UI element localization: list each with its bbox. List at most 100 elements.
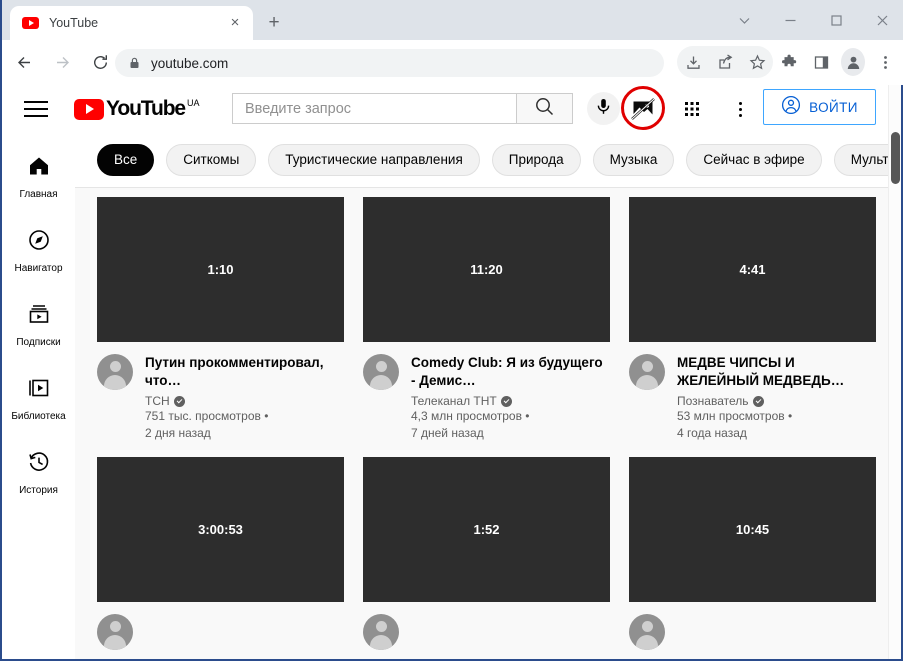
sidebar-panel-icon[interactable]	[805, 46, 837, 78]
chip-all[interactable]: Все	[97, 143, 155, 176]
video-channel[interactable]: Познаватель	[677, 394, 873, 408]
video-meta	[629, 614, 876, 650]
verified-badge-icon	[173, 395, 185, 407]
search-icon	[534, 96, 555, 122]
window-titlebar: YouTube × +	[2, 0, 903, 40]
video-card[interactable]: 1:10 Путин прокомментировал, что… ТСН 75…	[97, 197, 344, 442]
sign-in-button[interactable]: ВОЙТИ	[763, 89, 876, 125]
sidebar-item-explore[interactable]: Навигатор	[2, 214, 75, 288]
video-thumbnail[interactable]: 1:52	[363, 457, 610, 602]
account-circle-icon	[781, 95, 801, 120]
video-thumbnail[interactable]: 4:41	[629, 197, 876, 342]
sidebar-item-label: Библиотека	[11, 411, 66, 422]
vertical-dots-icon[interactable]	[726, 94, 754, 124]
channel-name: Телеканал ТНТ	[411, 394, 497, 408]
channel-name: ТСН	[145, 394, 170, 408]
chip-live-now[interactable]: Сейчас в эфире	[686, 143, 822, 176]
minimize-icon[interactable]	[767, 0, 813, 40]
video-duration: 1:10	[207, 262, 234, 277]
sidebar-item-library[interactable]: Библиотека	[2, 362, 75, 436]
browser-tab[interactable]: YouTube ×	[10, 6, 253, 40]
youtube-logo[interactable]: YouTube UA	[74, 97, 200, 120]
video-channel[interactable]: ТСН	[145, 394, 341, 408]
avatar[interactable]	[363, 354, 399, 390]
sidebar-item-label: История	[19, 485, 58, 496]
avatar[interactable]	[629, 614, 665, 650]
video-channel[interactable]: Телеканал ТНТ	[411, 394, 607, 408]
broken-image-icon[interactable]	[628, 94, 658, 124]
avatar[interactable]	[97, 354, 133, 390]
subscriptions-icon	[27, 302, 51, 331]
video-thumbnail[interactable]: 11:20	[363, 197, 610, 342]
video-title[interactable]: Comedy Club: Я из будущего - Демис…	[411, 354, 607, 390]
video-grid-container: 1:10 Путин прокомментировал, что… ТСН 75…	[75, 188, 901, 659]
video-thumbnail[interactable]: 3:00:53	[97, 457, 344, 602]
video-thumbnail[interactable]: 1:10	[97, 197, 344, 342]
profile-avatar-icon[interactable]	[837, 46, 869, 78]
sidebar-item-subscriptions[interactable]: Подписки	[2, 288, 75, 362]
download-icon[interactable]	[677, 46, 709, 78]
new-tab-button[interactable]: +	[260, 10, 288, 38]
window-controls	[721, 0, 903, 40]
sidebar-item-home[interactable]: Главная	[2, 140, 75, 214]
sidebar-item-history[interactable]: История	[2, 436, 75, 510]
web-page: YouTube UA Введите запрос Главная Навига…	[2, 85, 901, 659]
extensions-puzzle-icon[interactable]	[773, 46, 805, 78]
video-card[interactable]: 4:41 МЕДВЕ ЧИПСЫ И ЖЕЛЕЙНЫЙ МЕДВЕДЬ… Поз…	[629, 197, 876, 442]
video-views: 4,3 млн просмотров •	[411, 409, 530, 423]
video-title[interactable]: МЕДВЕ ЧИПСЫ И ЖЕЛЕЙНЫЙ МЕДВЕДЬ…	[677, 354, 873, 390]
close-icon[interactable]	[859, 0, 903, 40]
address-bar[interactable]: youtube.com	[115, 49, 664, 77]
apps-grid-icon[interactable]	[677, 94, 707, 124]
youtube-play-icon	[74, 98, 104, 120]
search-input[interactable]: Введите запрос	[232, 93, 517, 124]
video-views: 751 тыс. просмотров •	[145, 409, 269, 423]
voice-search-button[interactable]	[587, 92, 620, 125]
chevron-down-icon[interactable]	[721, 0, 767, 40]
video-duration: 1:52	[473, 522, 500, 537]
page-scrollbar[interactable]	[888, 85, 901, 659]
history-clock-icon	[27, 450, 51, 479]
browser-toolbar: youtube.com	[2, 40, 903, 85]
video-card[interactable]: 11:20 Comedy Club: Я из будущего - Демис…	[363, 197, 610, 442]
tab-title: YouTube	[49, 16, 99, 30]
video-card[interactable]: 10:45	[629, 457, 876, 650]
scrollbar-thumb[interactable]	[891, 132, 900, 184]
maximize-icon[interactable]	[813, 0, 859, 40]
chip-nature[interactable]: Природа	[491, 143, 581, 176]
lock-icon	[128, 57, 140, 69]
video-card[interactable]: 3:00:53	[97, 457, 344, 650]
video-card[interactable]: 1:52	[363, 457, 610, 650]
share-icon[interactable]	[709, 46, 741, 78]
video-duration: 10:45	[735, 522, 770, 537]
video-views: 53 млн просмотров •	[677, 409, 793, 423]
chip-music[interactable]: Музыка	[592, 143, 675, 176]
forward-icon[interactable]	[46, 47, 78, 79]
search-button[interactable]	[517, 93, 573, 124]
close-icon[interactable]: ×	[227, 15, 243, 31]
omnibox-actions-group	[677, 46, 773, 78]
avatar[interactable]	[363, 614, 399, 650]
chip-sitcoms[interactable]: Ситкомы	[166, 143, 257, 176]
back-icon[interactable]	[8, 47, 40, 79]
avatar[interactable]	[629, 354, 665, 390]
video-duration: 3:00:53	[198, 522, 243, 537]
hamburger-menu-icon[interactable]	[24, 100, 48, 117]
library-icon	[27, 376, 51, 405]
reload-icon[interactable]	[84, 47, 116, 79]
bookmark-star-icon[interactable]	[741, 46, 773, 78]
sidebar-item-label: Главная	[19, 189, 58, 200]
chip-travel-destinations[interactable]: Туристические направления	[268, 143, 480, 176]
video-meta	[97, 614, 344, 650]
browser-window: YouTube × + youtube.com YouTube UA Введи…	[0, 0, 903, 661]
video-meta: Путин прокомментировал, что… ТСН 751 тыс…	[97, 354, 344, 442]
video-meta: Comedy Club: Я из будущего - Демис… Теле…	[363, 354, 610, 442]
video-thumbnail[interactable]: 10:45	[629, 457, 876, 602]
avatar[interactable]	[97, 614, 133, 650]
video-title[interactable]: Путин прокомментировал, что…	[145, 354, 341, 390]
category-chips-bar[interactable]: Все Ситкомы Туристические направления Пр…	[75, 132, 901, 188]
video-meta: МЕДВЕ ЧИПСЫ И ЖЕЛЕЙНЫЙ МЕДВЕДЬ… Познават…	[629, 354, 876, 442]
home-icon	[27, 154, 51, 183]
video-age: 2 дня назад	[145, 426, 211, 440]
chrome-menu-icon[interactable]	[869, 46, 901, 78]
